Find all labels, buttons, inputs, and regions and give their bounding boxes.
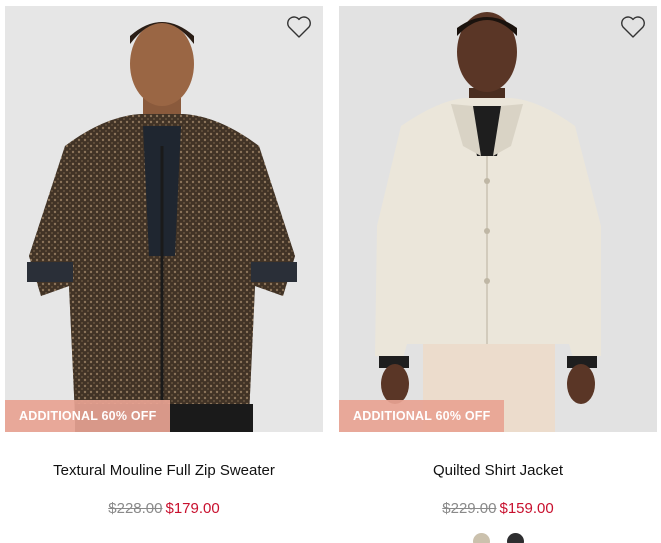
product-card[interactable]: ADDITIONAL 60% OFF Textural Mouline Full…: [5, 6, 323, 517]
product-price: $229.00 $159.00: [339, 500, 657, 517]
product-name[interactable]: Quilted Shirt Jacket: [339, 462, 657, 479]
product-image[interactable]: ADDITIONAL 60% OFF: [339, 6, 657, 432]
wishlist-heart-icon[interactable]: [620, 15, 646, 39]
product-card[interactable]: ADDITIONAL 60% OFF Quilted Shirt Jacket …: [339, 6, 657, 543]
promo-badge: ADDITIONAL 60% OFF: [5, 400, 171, 432]
color-swatch-stone[interactable]: [472, 533, 490, 543]
jacket-model-photo: [339, 6, 657, 432]
sale-price: $159.00: [499, 500, 554, 517]
color-swatches: [339, 533, 657, 543]
original-price: $229.00: [442, 500, 497, 517]
color-swatch-charcoal[interactable]: [506, 533, 524, 543]
sale-price: $179.00: [165, 500, 220, 517]
product-image[interactable]: ADDITIONAL 60% OFF: [5, 6, 323, 432]
wishlist-heart-icon[interactable]: [286, 15, 312, 39]
original-price: $228.00: [108, 500, 163, 517]
product-name[interactable]: Textural Mouline Full Zip Sweater: [5, 462, 323, 479]
promo-badge: ADDITIONAL 60% OFF: [339, 400, 505, 432]
sweater-model-photo: [5, 6, 323, 432]
product-price: $228.00 $179.00: [5, 500, 323, 517]
